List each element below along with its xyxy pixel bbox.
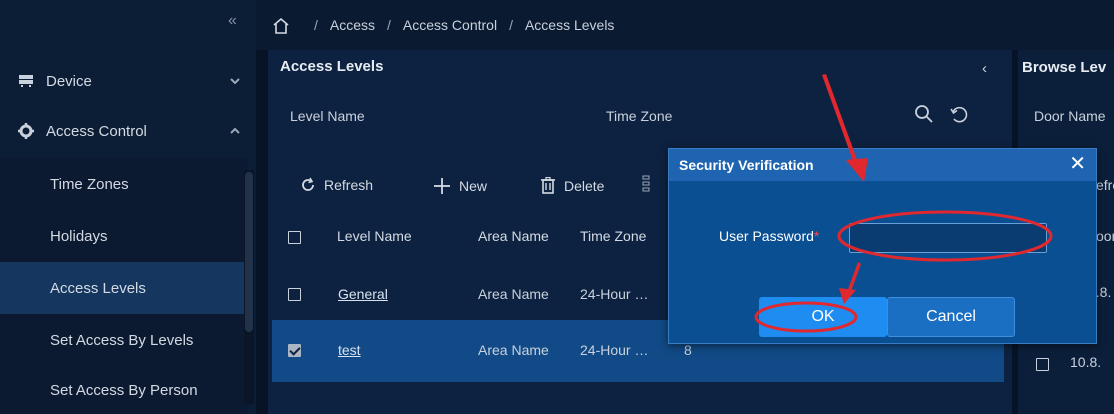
sidebar-scrollbar-thumb[interactable]: [245, 172, 253, 332]
sidebar: « Device Access Control Time Zones Holid…: [0, 0, 256, 414]
delete-label: Delete: [564, 177, 605, 194]
row-checkbox[interactable]: [288, 288, 301, 301]
search-icon[interactable]: [914, 104, 934, 127]
sidebar-item-label: Holidays: [50, 227, 108, 245]
chevron-down-icon: [230, 75, 240, 87]
right-row-checkbox[interactable]: [1036, 358, 1049, 371]
home-icon[interactable]: [272, 17, 290, 34]
refresh-icon: [300, 177, 316, 193]
level-name-link[interactable]: test: [338, 342, 361, 358]
filter-time-zone[interactable]: Time Zone: [606, 108, 672, 124]
collapse-sidebar-icon[interactable]: «: [228, 12, 237, 30]
right-refresh-fragment[interactable]: efre: [1096, 177, 1114, 193]
new-button[interactable]: New: [433, 177, 487, 195]
sidebar-item-label: Set Access By Person: [50, 381, 198, 399]
user-password-input[interactable]: [849, 223, 1047, 253]
chevron-up-icon: [230, 125, 240, 137]
reset-icon[interactable]: [950, 106, 968, 127]
menu-group-access-control[interactable]: Access Control: [0, 106, 256, 156]
sidebar-item-access-levels[interactable]: Access Levels: [0, 262, 248, 314]
device-icon: [16, 74, 36, 88]
collapse-panel-icon[interactable]: ‹: [982, 60, 987, 77]
menu-group-label: Device: [46, 72, 92, 90]
gear-icon: [16, 123, 36, 139]
filter-door-name[interactable]: Door Name: [1034, 108, 1106, 124]
menu-group-device[interactable]: Device: [0, 56, 256, 106]
breadcrumb-item-access-levels: Access Levels: [524, 17, 615, 33]
browse-panel-title: Browse Lev: [1022, 59, 1107, 76]
row-checkbox[interactable]: [288, 344, 301, 357]
sidebar-item-label: Time Zones: [50, 175, 129, 193]
breadcrumb: / Access / Access Control / Access Level…: [256, 0, 1114, 50]
sidebar-item-time-zones[interactable]: Time Zones: [0, 158, 248, 210]
more-actions-icon[interactable]: [642, 174, 650, 197]
close-icon[interactable]: ✕: [1069, 154, 1086, 174]
dialog-header: Security Verification: [669, 149, 1096, 181]
column-header-level-name[interactable]: Level Name: [337, 228, 412, 244]
breadcrumb-separator: /: [314, 17, 318, 33]
plus-icon: [433, 177, 451, 195]
required-mark: *: [813, 228, 820, 244]
column-header-area-name[interactable]: Area Name: [478, 228, 549, 244]
time-zone-cell: 24-Hour …: [580, 342, 649, 358]
sidebar-item-label: Set Access By Levels: [50, 331, 194, 349]
user-password-label: User Password*: [719, 228, 819, 244]
breadcrumb-item-access[interactable]: Access: [330, 17, 375, 33]
cancel-button[interactable]: Cancel: [887, 297, 1015, 337]
column-header-time-zone[interactable]: Time Zone: [580, 228, 646, 244]
refresh-label: Refresh: [324, 177, 374, 193]
filter-level-name[interactable]: Level Name: [290, 108, 365, 124]
new-label: New: [459, 178, 488, 194]
sidebar-item-set-access-by-person[interactable]: Set Access By Person: [0, 364, 248, 414]
area-name-cell: Area Name: [478, 342, 549, 358]
menu-group-label: Access Control: [46, 122, 147, 140]
count-cell: 8: [684, 342, 692, 358]
trash-icon: [540, 177, 556, 194]
right-row-value: 10.8.: [1070, 354, 1102, 370]
sidebar-item-set-access-by-levels[interactable]: Set Access By Levels: [0, 314, 248, 366]
refresh-button[interactable]: Refresh: [300, 177, 373, 193]
select-all-checkbox[interactable]: [288, 231, 301, 244]
security-verification-dialog: Security Verification ✕ User Password* O…: [668, 148, 1097, 344]
panel-title: Access Levels: [280, 58, 384, 75]
right-column-header-fragment: oor: [1096, 228, 1114, 244]
breadcrumb-item-access-control[interactable]: Access Control: [403, 17, 497, 33]
delete-button[interactable]: Delete: [540, 177, 604, 194]
ok-button[interactable]: OK: [759, 297, 887, 337]
sidebar-item-label: Access Levels: [50, 279, 146, 297]
breadcrumb-separator: /: [387, 17, 391, 33]
area-name-cell: Area Name: [478, 286, 549, 302]
level-name-link[interactable]: General: [338, 286, 388, 302]
dialog-title: Security Verification: [679, 157, 814, 173]
breadcrumb-separator: /: [509, 17, 513, 33]
sidebar-item-holidays[interactable]: Holidays: [0, 210, 248, 262]
time-zone-cell: 24-Hour …: [580, 286, 649, 302]
field-label-text: User Password: [719, 228, 814, 244]
